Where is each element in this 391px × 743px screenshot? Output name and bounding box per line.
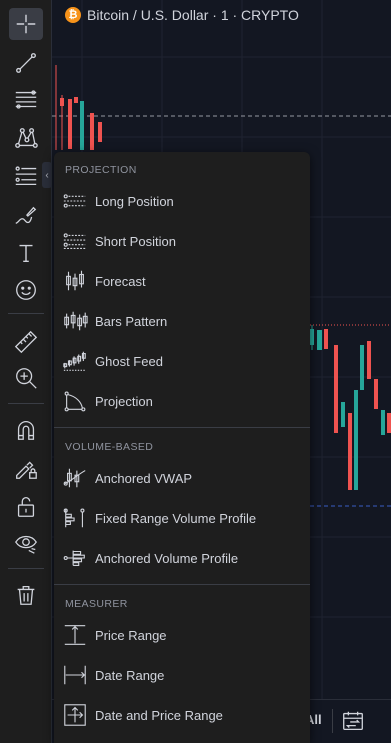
menu-item-long-position[interactable]: Long Position xyxy=(54,182,310,220)
menu-item-label: Short Position xyxy=(95,233,176,249)
menu-item-label: Fixed Range Volume Profile xyxy=(95,510,257,526)
brush-icon[interactable] xyxy=(9,200,43,232)
long-position-icon[interactable] xyxy=(9,160,43,192)
menu-item-anchored-vwap[interactable]: Anchored VWAP xyxy=(54,459,310,497)
eye-icon[interactable] xyxy=(9,527,43,559)
ruler-icon[interactable] xyxy=(9,326,43,358)
price-range-icon xyxy=(62,622,88,648)
menu-item-label: Ghost Feed xyxy=(95,353,163,369)
short-position-icon xyxy=(62,228,88,254)
menu-item-label: Forecast xyxy=(95,273,146,289)
fixed-range-volume-profile-icon xyxy=(62,505,88,531)
section-title-volume-based: VOLUME-BASED xyxy=(65,441,154,453)
magnet-icon[interactable] xyxy=(9,414,43,446)
text-icon[interactable] xyxy=(9,237,43,269)
menu-item-label: Anchored Volume Profile xyxy=(95,550,239,566)
menu-item-label: Price Range xyxy=(95,627,167,643)
symbol-title-text: Bitcoin / U.S. Dollar · 1 · CRYPTO xyxy=(87,7,299,23)
menu-item-label: Long Position xyxy=(95,193,174,209)
section-title-projection: PROJECTION xyxy=(65,164,137,176)
menu-item-anchored-volume-profile[interactable]: Anchored Volume Profile xyxy=(54,539,310,577)
menu-item-ghost-feed[interactable]: Ghost Feed xyxy=(54,342,310,380)
date-range-icon xyxy=(62,662,88,688)
menu-item-forecast[interactable]: Forecast xyxy=(54,262,310,300)
collapse-toolbar-button[interactable]: ‹ xyxy=(42,162,52,188)
menu-item-fixed-range-volume-profile[interactable]: Fixed Range Volume Profile xyxy=(54,499,310,537)
fib-retracement-icon[interactable] xyxy=(9,84,43,116)
projection-tools-menu: PROJECTION Long Position Short Position … xyxy=(54,152,310,743)
bars-pattern-icon xyxy=(62,308,88,334)
section-title-measurer: MEASURER xyxy=(65,598,128,610)
ghost-feed-icon xyxy=(62,348,88,374)
xabcd-pattern-icon[interactable] xyxy=(9,122,43,154)
date-and-price-range-icon xyxy=(62,702,88,728)
go-to-date-icon[interactable] xyxy=(340,708,366,739)
emoji-icon[interactable] xyxy=(9,274,43,306)
menu-item-bars-pattern[interactable]: Bars Pattern xyxy=(54,302,310,340)
unlock-icon[interactable] xyxy=(9,490,43,522)
menu-item-label: Date and Price Range xyxy=(95,707,223,723)
symbol-title[interactable]: ₿ Bitcoin / U.S. Dollar · 1 · CRYPTO xyxy=(65,7,299,23)
drawing-toolbar: ‹ xyxy=(0,0,52,743)
anchored-vwap-icon xyxy=(62,465,88,491)
bitcoin-icon: ₿ xyxy=(65,7,81,23)
projection-icon xyxy=(62,388,88,414)
crosshair-icon[interactable] xyxy=(9,8,43,40)
menu-item-price-range[interactable]: Price Range xyxy=(54,616,310,654)
menu-item-projection[interactable]: Projection xyxy=(54,382,310,420)
anchored-volume-profile-icon xyxy=(62,545,88,571)
zoom-in-icon[interactable] xyxy=(9,362,43,394)
menu-item-date-and-price-range[interactable]: Date and Price Range xyxy=(54,696,310,734)
long-position-icon xyxy=(62,188,88,214)
trend-line-icon[interactable] xyxy=(9,47,43,79)
menu-item-date-range[interactable]: Date Range xyxy=(54,656,310,694)
lock-drawing-icon[interactable] xyxy=(9,452,43,484)
trash-icon[interactable] xyxy=(9,579,43,611)
menu-item-short-position[interactable]: Short Position xyxy=(54,222,310,260)
menu-item-label: Date Range xyxy=(95,667,165,683)
menu-item-label: Projection xyxy=(95,393,153,409)
menu-item-label: Bars Pattern xyxy=(95,313,168,329)
forecast-icon xyxy=(62,268,88,294)
menu-item-label: Anchored VWAP xyxy=(95,470,193,486)
